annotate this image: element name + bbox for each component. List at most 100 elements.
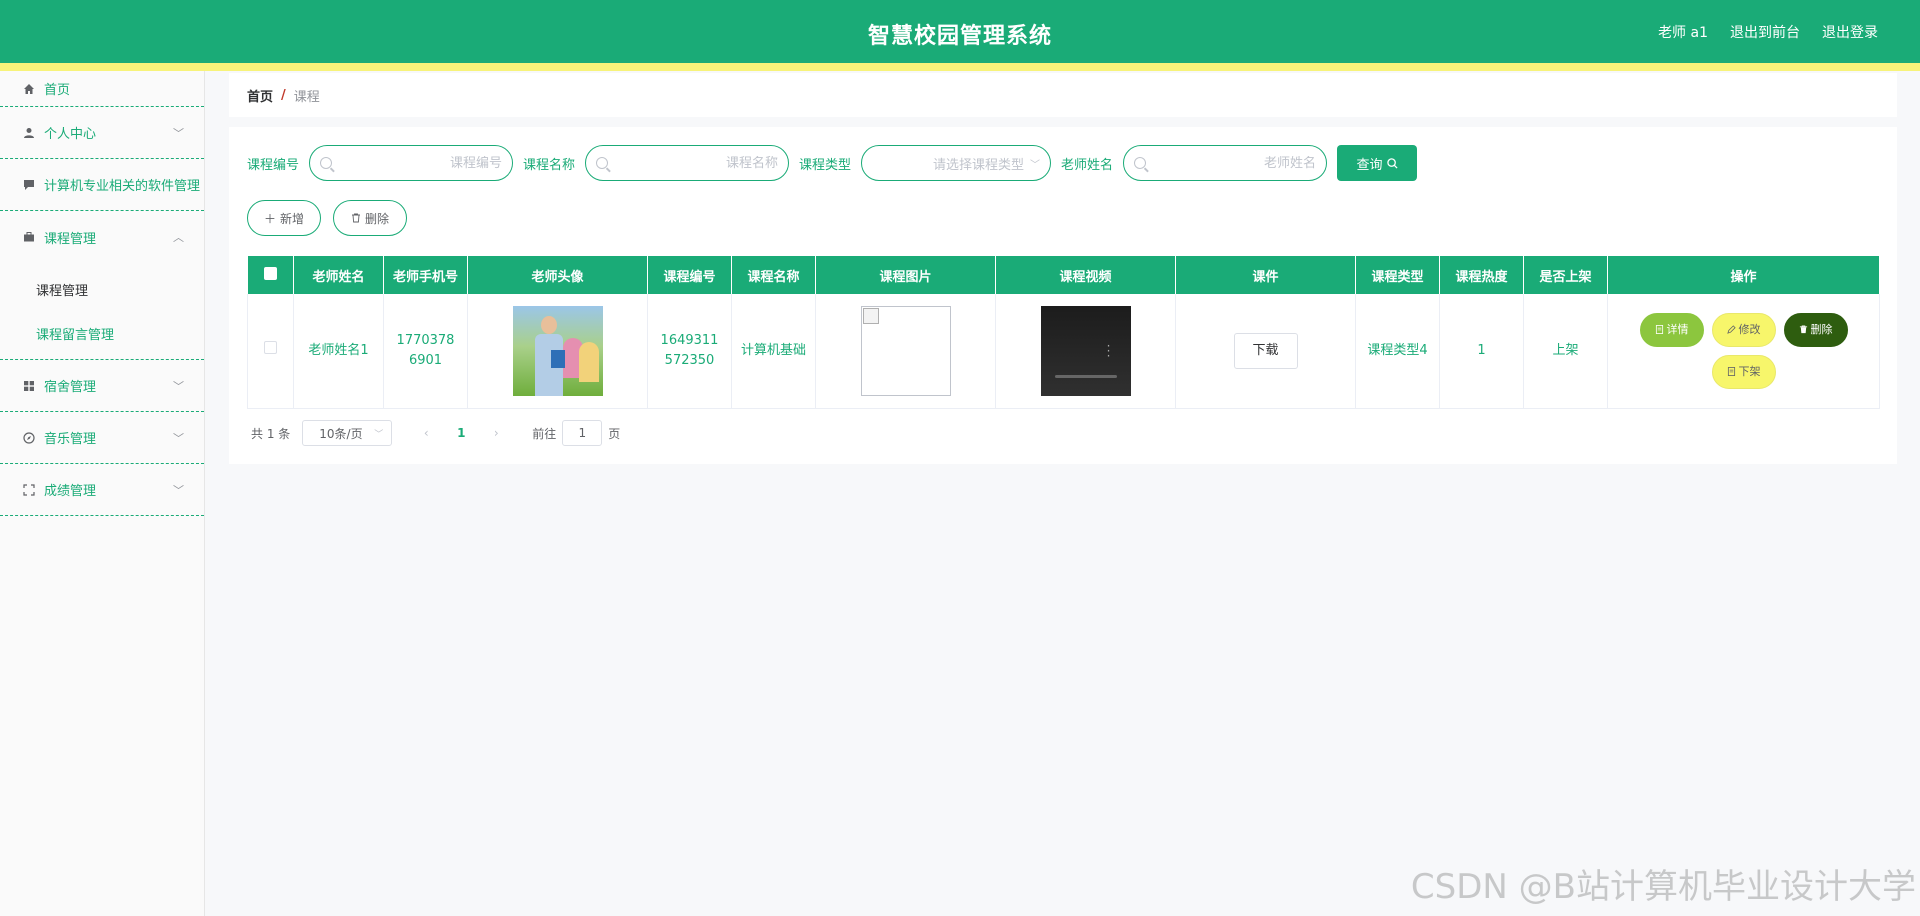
- delete-button-label: 删除: [364, 211, 389, 226]
- chevron-down-icon: ﹀: [173, 379, 184, 393]
- edit-button[interactable]: 修改: [1711, 312, 1776, 347]
- chevron-down-icon: ﹀: [374, 429, 384, 440]
- select-all-checkbox[interactable]: [263, 266, 277, 280]
- teacher-name-cell: 老师姓名1: [293, 294, 384, 409]
- teacher-avatar-image[interactable]: [512, 305, 603, 396]
- sidebar-item-grades[interactable]: 成绩管理 ﹀: [0, 464, 204, 516]
- course-no-field[interactable]: [309, 145, 514, 181]
- search-form: 课程编号 课程名称 课程类型 请选择课程类型 ﹀ 老师姓名 查询: [247, 145, 1418, 181]
- sidebar-item-music[interactable]: 音乐管理 ﹀: [0, 412, 204, 464]
- course-heat-cell: 1: [1439, 294, 1524, 409]
- sidebar-subitem-course-manage[interactable]: 课程管理: [0, 267, 204, 311]
- courseware-cell: 下载: [1175, 294, 1356, 409]
- search-icon: [1386, 157, 1398, 169]
- more-options-icon[interactable]: · · ·: [1107, 340, 1111, 362]
- chevron-down-icon: ﹀: [1030, 159, 1041, 171]
- home-icon: [22, 82, 36, 96]
- edit-label: 修改: [1738, 322, 1761, 336]
- header-stripe: [0, 63, 1920, 71]
- trash-icon: [1799, 325, 1807, 334]
- query-button[interactable]: 查询: [1337, 145, 1418, 181]
- avatar-figure-head: [540, 315, 557, 334]
- sidebar-item-label: 宿舍管理: [44, 380, 97, 395]
- next-page-icon[interactable]: ›: [484, 426, 508, 440]
- row-actions: 详情 修改 删除 下架: [1608, 312, 1879, 389]
- column-header: 课程编号: [647, 256, 732, 294]
- course-type-placeholder: 请选择课程类型: [933, 157, 1025, 173]
- column-header: 老师姓名: [293, 256, 384, 294]
- course-name-label: 课程名称: [523, 157, 576, 173]
- teacher-avatar-cell: [467, 294, 648, 409]
- video-progress-bar[interactable]: [1054, 374, 1117, 378]
- select-all-cell[interactable]: [247, 256, 294, 294]
- course-name-input[interactable]: [608, 155, 779, 171]
- delete-label: 删除: [1810, 322, 1833, 336]
- column-header: 是否上架: [1523, 256, 1608, 294]
- chat-icon: [22, 178, 36, 192]
- sidebar-item-dorm[interactable]: 宿舍管理 ﹀: [0, 360, 204, 412]
- detail-button[interactable]: 详情: [1639, 312, 1704, 347]
- column-header: 课件: [1175, 256, 1356, 294]
- user-icon: [22, 126, 36, 140]
- sidebar: 首页 个人中心 ﹀ 计算机专业相关的软件管理 课程管理 ︿ 课程管理 课程留言管…: [0, 71, 205, 916]
- page-number-current[interactable]: 1: [438, 426, 484, 440]
- course-no-input[interactable]: [332, 155, 503, 171]
- edit-icon: [1726, 325, 1736, 334]
- back-to-front-link[interactable]: 退出到前台: [1730, 22, 1800, 42]
- sidebar-item-home[interactable]: 首页: [0, 71, 204, 107]
- sidebar-item-label: 计算机专业相关的软件管理: [44, 179, 201, 194]
- add-button[interactable]: ＋ 新增: [247, 200, 321, 236]
- trash-icon: [351, 213, 360, 223]
- course-name-field[interactable]: [585, 145, 790, 181]
- column-header: 老师头像: [467, 256, 648, 294]
- breadcrumb-home[interactable]: 首页: [247, 86, 273, 105]
- goto-page-input[interactable]: [562, 420, 603, 446]
- breadcrumb-current: 课程: [293, 89, 320, 105]
- teacher-name-input[interactable]: [1146, 155, 1317, 171]
- off-shelf-button[interactable]: 下架: [1711, 354, 1776, 389]
- broken-image-icon[interactable]: [860, 305, 951, 396]
- course-no: 1649311572350: [660, 332, 719, 368]
- header-actions: 老师 a1 退出到前台 退出登录: [1658, 22, 1878, 42]
- breadcrumb: 首页 / 课程: [229, 73, 1897, 117]
- delete-button[interactable]: 删除: [1783, 312, 1848, 347]
- column-header: 课程名称: [731, 256, 816, 294]
- column-header: 老师手机号: [383, 256, 468, 294]
- watermark: CSDN @B站计算机毕业设计大学: [1410, 867, 1916, 907]
- download-button[interactable]: 下载: [1233, 332, 1298, 369]
- query-button-label: 查询: [1356, 157, 1383, 173]
- sidebar-item-label: 个人中心: [44, 127, 97, 142]
- column-header: 课程图片: [815, 256, 996, 294]
- course-no-cell: 1649311572350: [647, 294, 732, 409]
- sidebar-item-software[interactable]: 计算机专业相关的软件管理: [0, 159, 204, 211]
- column-header: 操作: [1607, 256, 1880, 294]
- chevron-down-icon: ﹀: [173, 126, 184, 140]
- on-shelf-cell: 上架: [1523, 294, 1608, 409]
- chevron-down-icon: ﹀: [173, 483, 184, 497]
- page-size-select[interactable]: 10条/页 ﹀: [302, 420, 393, 446]
- teacher-name-field[interactable]: [1123, 145, 1328, 181]
- total-count: 共 1 条: [251, 426, 291, 441]
- course-type-select[interactable]: 请选择课程类型 ﹀: [861, 145, 1052, 181]
- course-submenu: 课程管理 课程留言管理: [0, 263, 204, 360]
- course-video-player[interactable]: · · ·: [1040, 305, 1131, 396]
- sidebar-item-profile[interactable]: 个人中心 ﹀: [0, 107, 204, 159]
- goto-prefix: 前往: [532, 426, 557, 441]
- row-select-cell[interactable]: [247, 294, 294, 409]
- sidebar-item-label: 课程管理: [44, 231, 97, 247]
- sidebar-item-course[interactable]: 课程管理 ︿: [0, 211, 204, 263]
- page-size-value: 10条/页: [319, 426, 363, 441]
- compass-icon: [22, 431, 36, 445]
- logout-link[interactable]: 退出登录: [1822, 22, 1878, 42]
- avatar-figure-book: [550, 349, 565, 368]
- column-header: 课程类型: [1355, 256, 1440, 294]
- row-checkbox[interactable]: [264, 340, 277, 354]
- course-name-cell: 计算机基础: [731, 294, 816, 409]
- course-video-cell: · · ·: [995, 294, 1176, 409]
- sidebar-subitem-course-message[interactable]: 课程留言管理: [0, 311, 204, 355]
- course-type-cell: 课程类型4: [1355, 294, 1440, 409]
- prev-page-icon[interactable]: ‹: [414, 426, 438, 440]
- document-icon: [1727, 367, 1735, 377]
- search-icon: [596, 157, 609, 169]
- batch-delete-button[interactable]: 删除: [333, 200, 407, 236]
